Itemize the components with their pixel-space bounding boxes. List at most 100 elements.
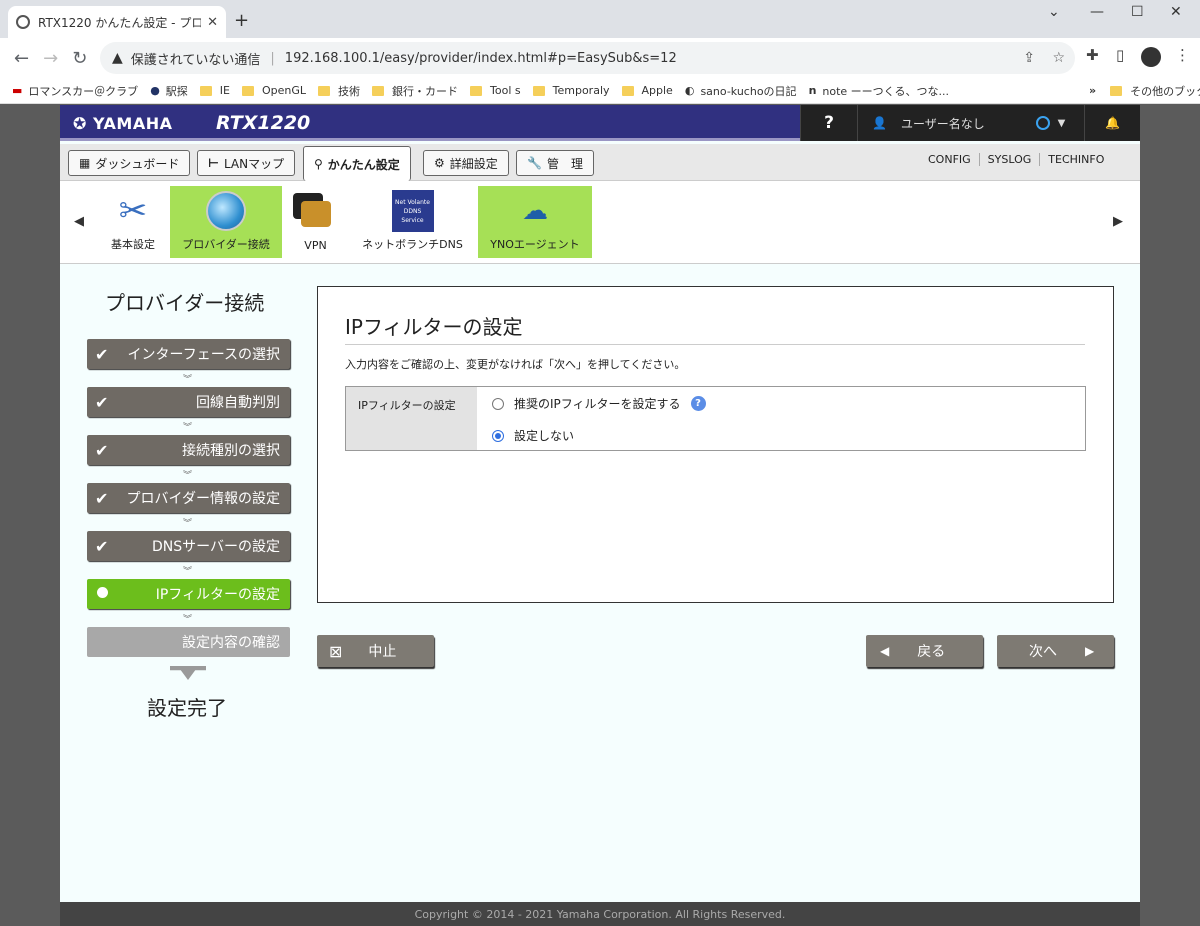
bookmark-item[interactable]: n note ーーつくる、つな... [809,83,949,99]
folder-icon [242,85,254,96]
tab-advanced[interactable]: ⚙ 詳細設定 [423,150,509,176]
tab-management[interactable]: 🔧 管 理 [516,150,594,176]
extensions-icon[interactable]: ✚ [1086,46,1099,64]
maximize-icon[interactable]: ☐ [1131,4,1144,20]
back-button[interactable]: ◀ 戻る [866,635,983,667]
star-icon[interactable]: ☆ [1052,50,1065,66]
next-triangle-icon: ▶ [1085,644,1095,658]
warning-icon: ▲ [112,50,123,66]
lan-map-icon: ⊢ [208,156,219,170]
status-indicator[interactable]: ▼ [1017,105,1084,141]
bookmark-item[interactable]: IE [199,84,230,97]
wand-icon: ⚲ [314,157,323,171]
techinfo-link[interactable]: TECHINFO [1039,153,1112,166]
feature-yno-agent[interactable]: ☁ YNOエージェント [478,186,592,258]
bookmarks-bar: ▬ ロマンスカー＠クラブ ● 駅探 IE OpenGL 技術 銀行・カード Tool… [0,78,1200,104]
folder-icon [532,85,545,96]
feature-vpn[interactable]: VPN [288,186,343,258]
scroll-right-icon[interactable]: ▶ [1113,214,1123,229]
url-text: 192.168.100.1/easy/provider/index.html#p… [284,50,677,66]
wrench-icon: 🔧 [527,156,542,170]
check-icon: ✔ [95,536,109,556]
reload-icon[interactable]: ↻ [72,48,87,69]
radio-no-filter[interactable]: 設定しない [492,427,574,444]
bookmark-item[interactable]: OpenGL [242,84,306,97]
share-icon[interactable]: ⇪ [1023,50,1035,66]
wizard-step-pending: 設定内容の確認 [87,627,290,657]
bookmark-item[interactable]: ▬ ロマンスカー＠クラブ [12,83,138,99]
new-tab-icon[interactable]: + [234,10,249,31]
tools-icon: ✂ [118,191,148,231]
header-tools: ? 👤 ユーザー名なし ▼ 🔔 [800,105,1140,141]
help-button[interactable]: ? [800,105,857,141]
yamaha-logo: ✪ YAMAHA [73,114,173,133]
note-icon: n [808,84,817,97]
page-title: IPフィルターの設定 [345,315,523,339]
wizard-finish: 設定完了 [147,696,227,720]
avatar[interactable] [1141,47,1161,67]
caret-down-icon: ▼ [1057,117,1066,129]
folder-icon [318,85,331,96]
menu-dots-icon[interactable]: ⋮ [1175,46,1190,64]
user-icon: 👤 [872,116,887,130]
check-icon: ✔ [95,344,109,364]
bookmark-item[interactable]: ● 駅探 [150,83,188,99]
radio-circle-selected[interactable] [492,429,504,442]
wizard-step-current: IPフィルターの設定 [87,579,290,609]
sidebar-icon[interactable]: ▯ [1116,46,1124,64]
feature-provider[interactable]: プロバイダー接続 [170,186,282,258]
tab-title: RTX1220 かんたん設定 - プロバイダー [38,15,202,30]
security-label: 保護されていない通信 [130,52,261,68]
feature-netvolante-dns[interactable]: Net Volante DDNS Service ネットボランチDNS [355,186,470,258]
chevron-down-icon[interactable]: ⌄ [1048,4,1060,20]
more-bookmarks-icon[interactable]: » [1089,84,1096,97]
wizard-title: プロバイダー接続 [105,291,265,315]
minimize-icon[interactable]: — [1090,4,1104,20]
back-triangle-icon: ◀ [880,644,890,658]
chevron-down-icon: ︾ [183,375,193,385]
notification-bell-icon[interactable]: 🔔 [1084,105,1140,141]
bookmark-item[interactable]: ◐ sano-kuchoの日記 [685,83,797,99]
chevron-down-icon: ︾ [183,519,193,529]
network-cloud-icon: ☁ [522,196,548,226]
bookmark-item[interactable]: Temporaly [532,84,610,97]
close-window-icon[interactable]: ✕ [1170,4,1182,20]
field-label: IPフィルターの設定 [346,387,477,450]
tab-dashboard[interactable]: ▦ ダッシュボード [68,150,191,176]
next-button[interactable]: 次へ ▶ [997,635,1114,667]
bookmark-item[interactable]: 技術 [318,83,360,99]
help-icon[interactable]: ? [690,396,706,411]
bookmark-item[interactable]: Apple [621,84,673,97]
current-dot-icon [97,587,108,598]
chevron-down-icon: ︾ [183,423,193,433]
radio-circle[interactable] [492,397,504,410]
syslog-link[interactable]: SYSLOG [978,153,1040,166]
wizard-step: ✔ インターフェースの選択 [87,339,290,369]
tab-lan-map[interactable]: ⊢ LANマップ [197,150,296,176]
check-icon: ✔ [95,440,109,460]
page-description: 入力内容をご確認の上、変更がなければ「次へ」を押してください。 [345,358,686,371]
browser-tab[interactable]: RTX1220 かんたん設定 - プロバイダー ✕ [8,6,226,38]
radio-recommended-filter[interactable]: 推奨のIPフィルターを設定する ? [492,395,706,412]
gear-icon: ⚙ [434,156,445,170]
tab-easy-setup[interactable]: ⚲ かんたん設定 [303,146,411,181]
config-link[interactable]: CONFIG [920,153,979,166]
wizard-step: ✔ DNSサーバーの設定 [87,531,290,561]
check-icon: ✔ [95,488,109,508]
user-menu[interactable]: 👤 ユーザー名なし [857,105,1017,141]
cancel-button[interactable]: ⊠ 中止 [317,635,434,667]
wizard-step: ✔ 回線自動判別 [87,387,290,417]
divider [345,344,1085,345]
chevron-down-icon: ︾ [183,615,193,625]
chevron-down-icon: ︾ [183,471,193,481]
forward-arrow-icon[interactable]: → [43,48,58,69]
bookmark-item[interactable]: 銀行・カード [372,83,458,99]
top-links: CONFIG SYSLOG TECHINFO [920,153,1112,166]
close-tab-icon[interactable]: ✕ [207,15,218,30]
back-arrow-icon[interactable]: ← [14,48,29,69]
address-bar[interactable]: ▲ 保護されていない通信 | 192.168.100.1/easy/provid… [100,42,1075,74]
folder-icon [621,85,634,96]
bookmark-item[interactable]: その他のブックマーク [1110,83,1200,99]
bookmark-item[interactable]: Tool s [470,84,521,97]
folder-icon [372,85,385,96]
